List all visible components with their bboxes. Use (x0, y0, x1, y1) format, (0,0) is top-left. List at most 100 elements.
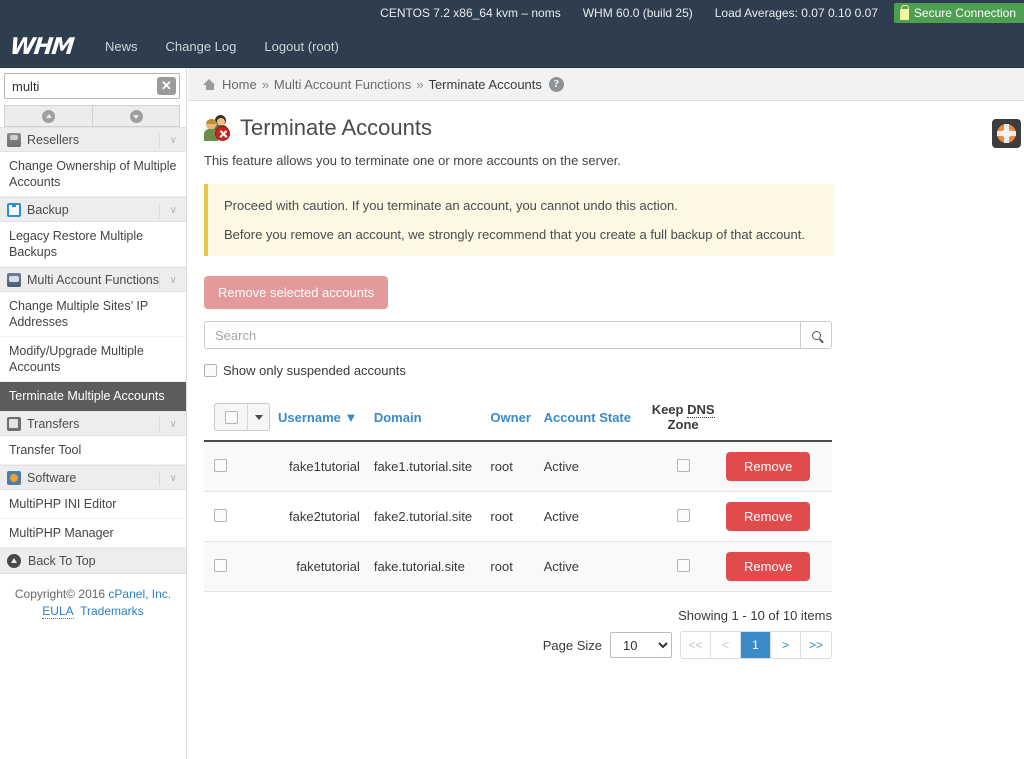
help-icon[interactable]: ? (548, 76, 564, 92)
cell-owner: root (486, 541, 540, 592)
show-suspended-checkbox[interactable] (204, 364, 217, 377)
main-navbar: WHM News Change Log Logout (root) (0, 26, 1024, 68)
sidebar-search-input[interactable] (4, 73, 180, 99)
table-row: fake1tutorial fake1.tutorial.site root Acti… (204, 441, 832, 492)
row-select-cell (204, 491, 274, 542)
caret-down-icon (254, 414, 263, 420)
chevron-down-icon[interactable]: ∨ (170, 198, 177, 223)
show-suspended-row[interactable]: Show only suspended accounts (204, 363, 1008, 378)
pager-controls: << < 1 > >> (680, 631, 832, 659)
sidebar-collapse-controls (4, 105, 180, 127)
top-status-bar: CENTOS 7.2 x86_64 kvm – noms WHM 60.0 (b… (0, 0, 1024, 26)
search-button[interactable] (800, 321, 832, 349)
divider (159, 133, 160, 148)
pagination-area: Showing 1 - 10 of 10 items Page Size 102… (204, 608, 832, 659)
sidebar-group-backup[interactable]: Backup ∨ (0, 197, 186, 222)
nav-link-news[interactable]: News (91, 26, 152, 68)
breadcrumb-section[interactable]: Multi Account Functions (274, 77, 411, 92)
select-all-checkbox-wrapper[interactable] (215, 404, 247, 430)
sidebar-group-label: Multi Account Functions (27, 272, 160, 287)
pager-page-1[interactable]: 1 (741, 632, 771, 658)
cell-actions: Remove (722, 491, 832, 542)
chevron-down-icon[interactable]: ∨ (170, 128, 177, 153)
warning-line-1: Proceed with caution. If you terminate a… (224, 198, 678, 213)
page-size-select[interactable]: 102050100 (610, 632, 672, 658)
header-owner[interactable]: Owner (486, 394, 540, 442)
page-title: Terminate Accounts (240, 115, 432, 140)
page-title-row: Terminate Accounts (204, 115, 1008, 141)
pager-next[interactable]: > (771, 632, 801, 658)
header-account-state[interactable]: Account State (539, 394, 645, 442)
expand-all-button[interactable] (5, 106, 92, 126)
cell-keep-dns-zone (644, 491, 722, 542)
header-select-all (204, 394, 274, 442)
back-to-top-button[interactable]: Back To Top (0, 548, 186, 574)
page-size-label: Page Size (542, 637, 602, 653)
secure-connection-badge[interactable]: Secure Connection (893, 3, 1024, 23)
nav-link-logout[interactable]: Logout (root) (250, 26, 352, 68)
select-all-group (214, 403, 270, 431)
remove-account-button[interactable]: Remove (726, 552, 811, 581)
pager-prev[interactable]: < (711, 632, 741, 658)
sidebar-group-transfers[interactable]: Transfers ∨ (0, 411, 186, 436)
row-select-checkbox[interactable] (214, 508, 227, 522)
remove-account-button[interactable]: Remove (726, 502, 811, 531)
select-all-dropdown-button[interactable] (247, 404, 269, 430)
show-suspended-label: Show only suspended accounts (223, 363, 406, 378)
header-username[interactable]: Username ▼ (274, 394, 370, 442)
whm-logo[interactable]: WHM (9, 34, 75, 60)
resellers-icon (7, 132, 21, 147)
cpanel-inc-link[interactable]: cPanel, Inc. (108, 587, 171, 601)
breadcrumb-separator-2: » (416, 76, 424, 92)
sidebar-item-legacy-restore-multiple-backups[interactable]: Legacy Restore Multiple Backups (0, 222, 186, 267)
cell-account-state: Active (539, 441, 645, 492)
trademarks-link[interactable]: Trademarks (80, 604, 144, 618)
showing-items-text: Showing 1 - 10 of 10 items (678, 608, 832, 623)
sidebar-item-transfer-tool[interactable]: Transfer Tool (0, 436, 186, 465)
transfers-icon (7, 416, 21, 431)
divider (159, 471, 160, 486)
sidebar-item-modify-upgrade-multiple-accounts[interactable]: Modify/Upgrade Multiple Accounts (0, 337, 186, 382)
sidebar-item-change-multiple-sites-ip-addresses[interactable]: Change Multiple Sites’ IP Addresses (0, 292, 186, 337)
keep-dns-zone-checkbox[interactable] (676, 458, 690, 472)
sidebar-item-multiphp-ini-editor[interactable]: MultiPHP INI Editor (0, 490, 186, 519)
row-select-checkbox[interactable] (214, 558, 227, 572)
row-select-checkbox[interactable] (214, 458, 227, 472)
search-input[interactable] (204, 321, 800, 349)
chevron-down-icon[interactable]: ∨ (170, 412, 177, 437)
keep-dns-zone-checkbox[interactable] (676, 558, 690, 572)
chevron-down-icon[interactable]: ∨ (170, 268, 177, 293)
multi-account-icon (7, 272, 21, 287)
sidebar-group-multi-account-functions[interactable]: Multi Account Functions ∨ (0, 267, 186, 292)
sidebar-item-change-ownership-of-multiple-accounts[interactable]: Change Ownership of Multiple Accounts (0, 152, 186, 197)
clear-search-icon[interactable]: ✕ (157, 77, 176, 95)
sidebar-item-terminate-multiple-accounts[interactable]: Terminate Multiple Accounts (0, 382, 186, 411)
header-domain[interactable]: Domain (369, 394, 487, 442)
pager-last[interactable]: >> (801, 632, 831, 658)
header-zone-label: Zone (667, 417, 699, 432)
keep-dns-zone-checkbox[interactable] (676, 508, 690, 522)
sidebar-group-resellers[interactable]: Resellers ∨ (0, 127, 186, 152)
home-icon (203, 78, 216, 90)
collapse-all-button[interactable] (92, 106, 179, 126)
select-all-checkbox[interactable] (224, 410, 238, 424)
pager-first[interactable]: << (681, 632, 711, 658)
sidebar-item-multiphp-manager[interactable]: MultiPHP Manager (0, 519, 186, 548)
delete-badge-icon (215, 126, 230, 141)
sidebar-group-software[interactable]: Software ∨ (0, 465, 186, 490)
nav-link-change-log[interactable]: Change Log (152, 26, 251, 68)
remove-account-button[interactable]: Remove (726, 452, 811, 481)
arrow-up-circle-icon (7, 554, 21, 568)
remove-selected-accounts-button[interactable]: Remove selected accounts (204, 276, 389, 309)
warning-line-2: Before you remove an account, we strongl… (224, 227, 805, 242)
breadcrumb-home[interactable]: Home (222, 77, 257, 92)
software-icon (7, 470, 21, 485)
content-container: Terminate Accounts This feature allows y… (188, 101, 1024, 659)
eula-link[interactable]: EULA (42, 604, 74, 619)
backup-icon (7, 202, 21, 217)
sidebar-nav-list: Resellers ∨ Change Ownership of Multiple A… (0, 127, 186, 548)
chevron-down-icon[interactable]: ∨ (170, 466, 177, 491)
cell-domain: fake.tutorial.site (369, 541, 487, 592)
back-to-top-label: Back To Top (28, 554, 96, 568)
sidebar-group-label: Backup (27, 202, 69, 217)
